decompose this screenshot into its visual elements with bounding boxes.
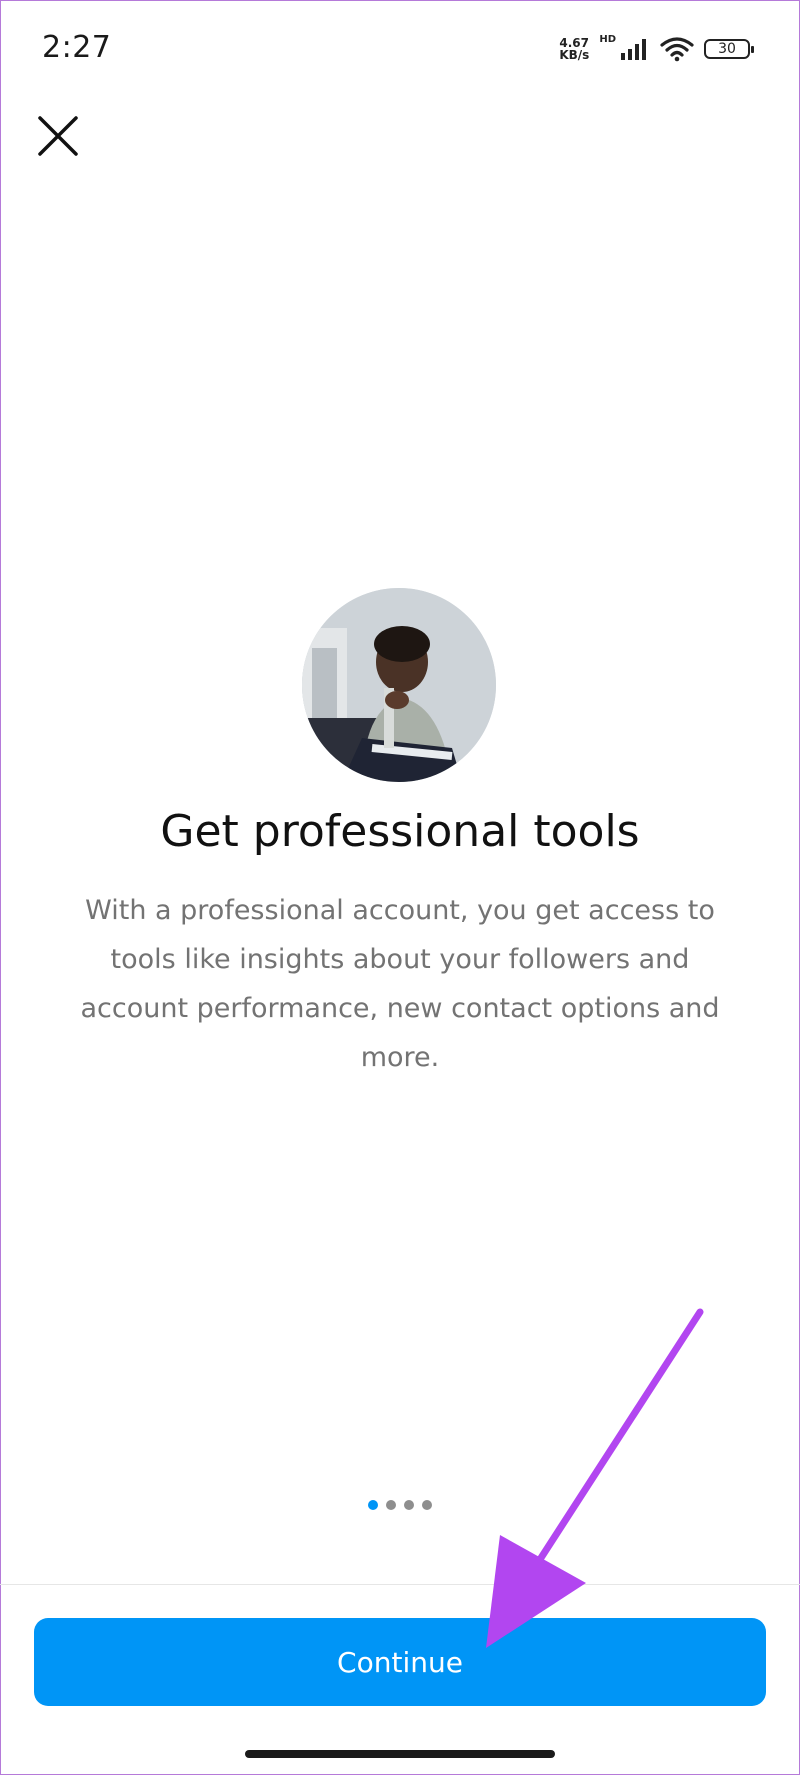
pager-dot-active <box>368 1500 378 1510</box>
status-time: 2:27 <box>42 30 112 65</box>
battery-icon: 30 <box>704 39 754 59</box>
page-description: With a professional account, you get acc… <box>80 895 720 1073</box>
battery-level: 30 <box>718 41 736 57</box>
status-bar: 2:27 4.67 KB/s HD 30 <box>0 0 800 100</box>
page-title: Get professional tools <box>160 806 640 857</box>
profile-avatar <box>302 588 496 782</box>
wifi-icon <box>660 37 694 62</box>
cellular-signal-icon <box>621 39 646 60</box>
footer-divider <box>0 1584 800 1585</box>
pager-dots <box>0 1500 800 1510</box>
hd-badge: HD <box>599 34 616 45</box>
profile-photo <box>302 588 496 782</box>
continue-button[interactable]: Continue <box>34 1618 766 1706</box>
close-button[interactable] <box>36 114 80 158</box>
close-icon <box>38 116 78 156</box>
pager-dot <box>386 1500 396 1510</box>
network-speed-unit: KB/s <box>559 48 590 62</box>
pager-dot <box>422 1500 432 1510</box>
network-speed: 4.67 KB/s <box>559 37 589 61</box>
home-indicator <box>245 1750 555 1758</box>
pager-dot <box>404 1500 414 1510</box>
status-icons: 4.67 KB/s HD 30 <box>559 34 754 64</box>
